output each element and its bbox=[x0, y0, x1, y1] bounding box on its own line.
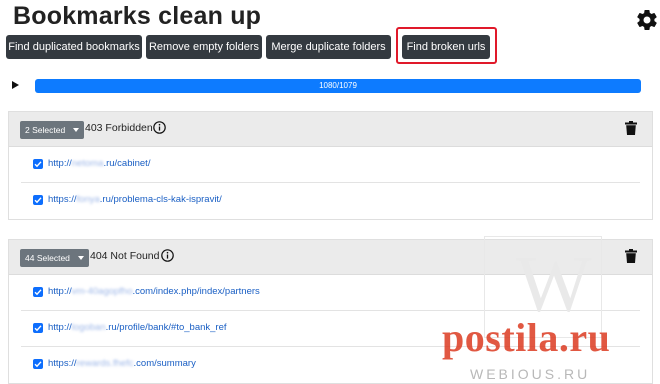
remove-empty-folders-button[interactable]: Remove empty folders bbox=[146, 35, 262, 59]
selected-dropdown[interactable]: 44 Selected bbox=[20, 249, 89, 267]
url-link[interactable]: https://rewards.fhefc.com/summary bbox=[48, 358, 196, 369]
status-label: 404 Not Found bbox=[90, 250, 160, 262]
play-icon[interactable] bbox=[12, 81, 19, 89]
info-icon[interactable] bbox=[161, 249, 174, 262]
merge-duplicate-folders-button[interactable]: Merge duplicate folders bbox=[266, 35, 391, 59]
progress-bar: 1080/1079 bbox=[35, 79, 641, 93]
url-link[interactable]: http://logoban.ru/profile/bank/#to_bank_… bbox=[48, 322, 227, 333]
checkbox[interactable] bbox=[33, 195, 43, 205]
checkbox[interactable] bbox=[33, 159, 43, 169]
list-item: http://netoma.ru/cabinet/ bbox=[21, 147, 640, 183]
checkbox[interactable] bbox=[33, 359, 43, 369]
info-icon[interactable] bbox=[153, 121, 166, 134]
caret-down-icon bbox=[77, 256, 84, 260]
group-header: 2 Selected 403 Forbidden bbox=[9, 112, 652, 147]
list-item: https://fonya.ru/problema-cls-kak-isprav… bbox=[21, 183, 640, 219]
selected-label: 2 Selected bbox=[25, 125, 66, 135]
list-item: https://rewards.fhefc.com/summary bbox=[21, 347, 640, 383]
url-link[interactable]: http://netoma.ru/cabinet/ bbox=[48, 158, 150, 169]
gear-icon[interactable] bbox=[635, 8, 659, 32]
status-label: 403 Forbidden bbox=[85, 122, 153, 134]
progress-fill: 1080/1079 bbox=[35, 79, 641, 93]
trash-icon[interactable] bbox=[625, 249, 637, 263]
find-broken-urls-button[interactable]: Find broken urls bbox=[402, 35, 490, 59]
checkbox[interactable] bbox=[33, 287, 43, 297]
selected-label: 44 Selected bbox=[25, 253, 70, 263]
list-item: http://vm-40agopfho.com/index.php/index/… bbox=[21, 275, 640, 311]
selected-dropdown[interactable]: 2 Selected bbox=[20, 121, 85, 139]
page-title: Bookmarks clean up bbox=[13, 2, 262, 30]
url-link[interactable]: http://vm-40agopfho.com/index.php/index/… bbox=[48, 286, 260, 297]
group-header: 44 Selected 404 Not Found bbox=[9, 240, 652, 275]
find-duplicated-bookmarks-button[interactable]: Find duplicated bookmarks bbox=[6, 35, 142, 59]
list-item: http://logoban.ru/profile/bank/#to_bank_… bbox=[21, 311, 640, 347]
trash-icon[interactable] bbox=[625, 121, 637, 135]
result-group: 2 Selected 403 Forbidden http://netoma.r… bbox=[8, 111, 653, 220]
url-link[interactable]: https://fonya.ru/problema-cls-kak-isprav… bbox=[48, 194, 222, 205]
result-group: 44 Selected 404 Not Found http://vm-40ag… bbox=[8, 239, 653, 384]
checkbox[interactable] bbox=[33, 323, 43, 333]
caret-down-icon bbox=[73, 128, 80, 132]
